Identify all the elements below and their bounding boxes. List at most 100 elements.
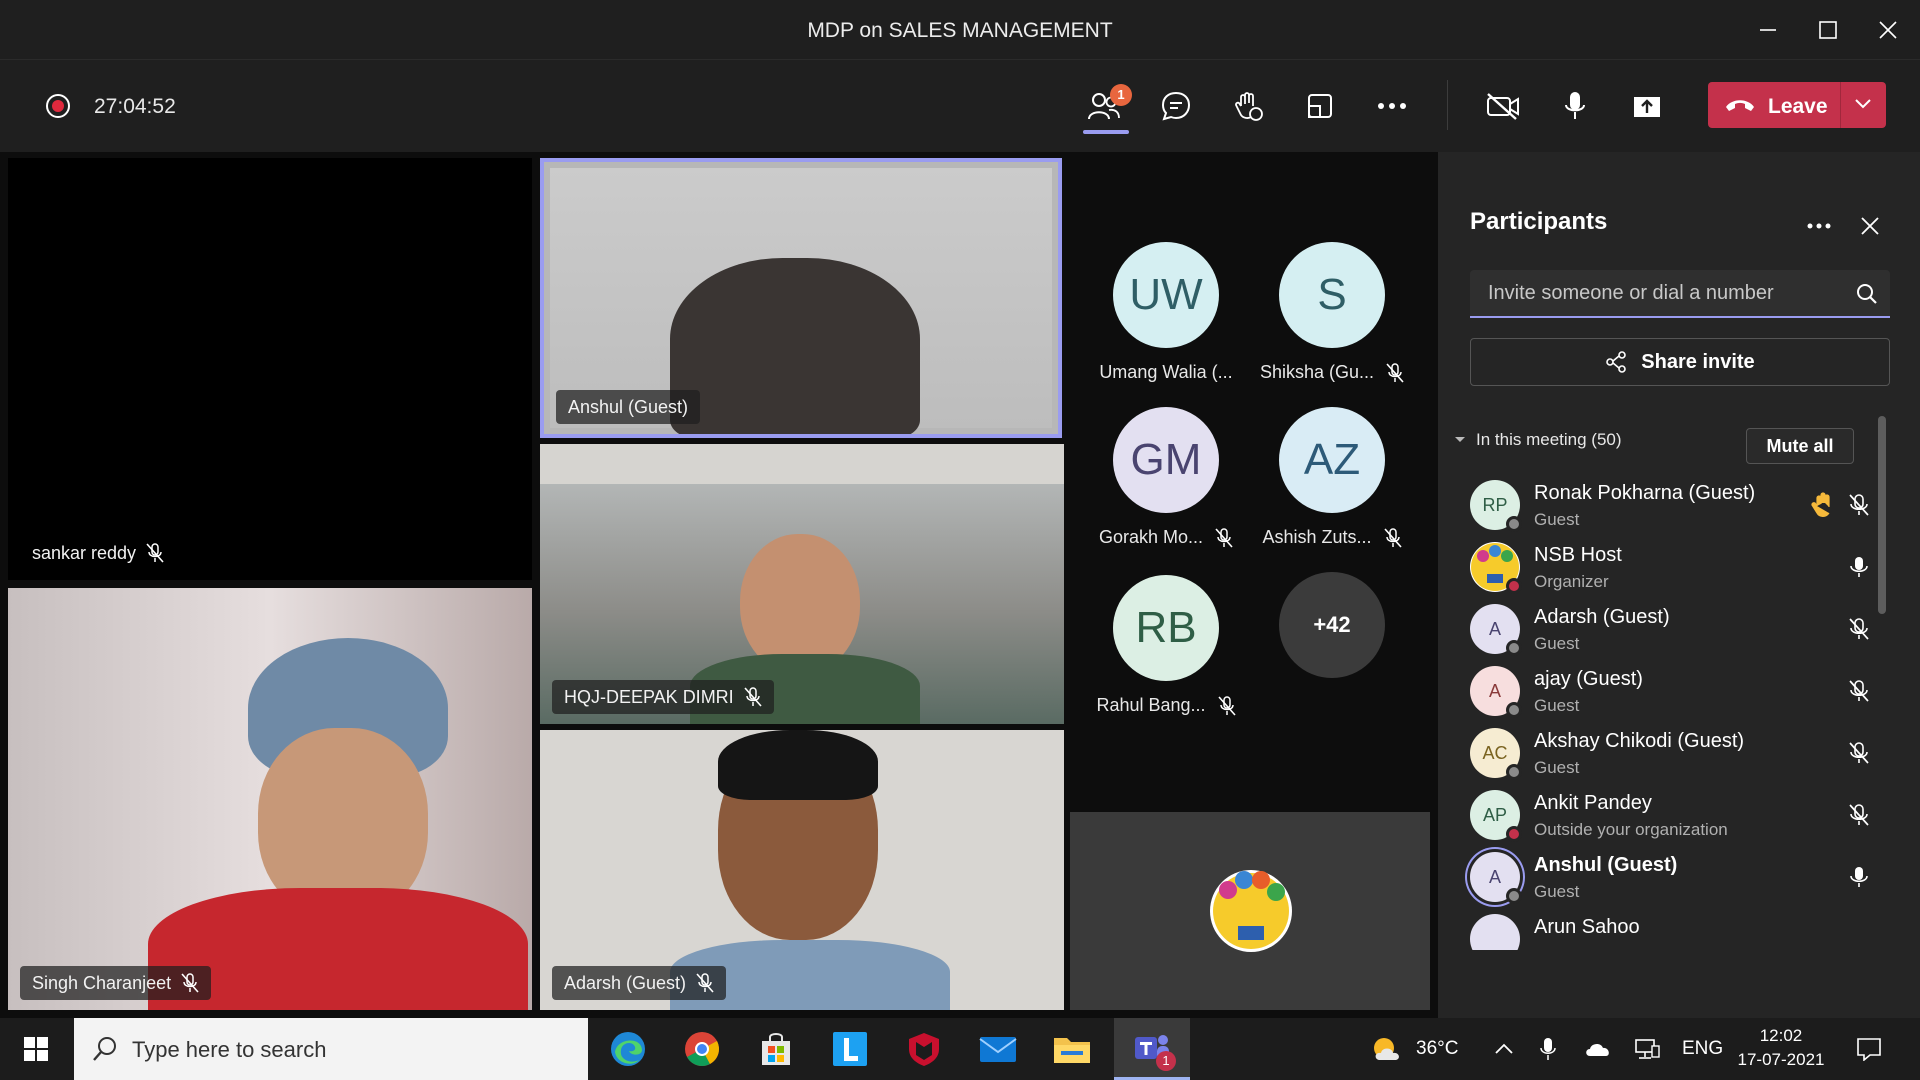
participant-row[interactable]: AP Ankit Pandey Outside your organizatio… [1470,780,1890,850]
avatar-initials: RP [1482,494,1508,515]
clock-time: 12:02 [1759,1026,1803,1045]
panel-title: Participants [1470,208,1608,235]
search-icon[interactable] [1856,283,1878,305]
clock-date: 17-07-2021 [1737,1050,1825,1069]
overflow-tile[interactable]: +42 [1242,572,1422,678]
mic-muted-icon [696,973,714,993]
chevron-down-icon [1455,437,1465,442]
invite-input[interactable] [1488,282,1848,305]
avatar-tile-rahul[interactable]: RB Rahul Bang... [1076,575,1256,716]
avatar: A [1470,666,1522,718]
show-hidden-icons-button[interactable] [1494,1018,1514,1080]
leave-label: Leave [1768,95,1828,118]
participant-role: Guest [1534,696,1580,715]
more-icon[interactable] [1806,222,1832,230]
view-button[interactable] [1298,84,1342,128]
mail-app[interactable] [962,1018,1034,1080]
participant-role: Guest [1534,758,1580,777]
participant-row[interactable]: Arun Sahoo [1470,904,1890,950]
maximize-button[interactable] [1802,12,1854,48]
avatar-tile-gorakh[interactable]: GM Gorakh Mo... [1076,407,1256,548]
camera-button[interactable] [1481,84,1525,128]
avatar: A [1470,852,1522,904]
avatar: RP [1470,480,1522,532]
video-tile-charanjeet[interactable]: Singh Charanjeet [8,588,532,1010]
panel-scrollbar[interactable] [1878,416,1886,614]
mic-muted-icon [744,687,762,707]
tile-name-label: sankar reddy [20,536,176,570]
mic-muted-icon [1215,527,1233,548]
leave-button[interactable]: Leave [1708,82,1886,128]
mic-muted-icon [1383,527,1402,548]
start-button[interactable] [0,1018,72,1080]
language-indicator[interactable]: ENG [1682,1018,1723,1080]
taskbar-search[interactable]: Type here to search [74,1018,588,1080]
video-tile-sankar[interactable]: sankar reddy [8,158,532,580]
raise-hand-icon [1235,92,1263,121]
avatar-label: Rahul Bang... [1076,695,1256,716]
share-screen-button[interactable] [1625,84,1669,128]
hang-up-icon [1726,100,1754,111]
participant-row[interactable]: A Adarsh (Guest) Guest [1470,594,1890,664]
chevron-down-icon[interactable] [1854,98,1872,110]
mic-muted-icon[interactable] [1844,676,1874,706]
l-app[interactable] [814,1018,886,1080]
mic-muted-icon[interactable] [1844,738,1874,768]
chat-button[interactable] [1154,84,1198,128]
store-app[interactable] [740,1018,812,1080]
microphone-button[interactable] [1553,84,1597,128]
taskbar-clock[interactable]: 12:02 17-07-2021 [1726,1024,1836,1072]
close-window-button[interactable] [1862,12,1914,48]
reactions-button[interactable] [1226,84,1270,128]
tile-name-label: Adarsh (Guest) [552,966,727,1000]
avatar [1470,542,1522,594]
minimize-button[interactable] [1742,12,1794,48]
mic-muted-icon[interactable] [1844,490,1874,520]
participant-row[interactable]: NSB Host Organizer [1470,532,1890,602]
avatar-initials: AC [1482,742,1508,763]
participant-row[interactable]: RP Ronak Pokharna (Guest) Guest [1470,470,1890,540]
participant-name: Akshay Chikodi (Guest) [1534,730,1745,752]
close-icon[interactable] [1860,216,1880,236]
share-invite-button[interactable]: Share invite [1470,338,1890,386]
folder-icon [1054,1038,1090,1063]
file-explorer-app[interactable] [1036,1018,1108,1080]
mute-all-button[interactable]: Mute all [1746,428,1854,464]
avatar-initials: A [1488,866,1501,887]
tray-network[interactable] [1634,1018,1660,1080]
avatar: AZ [1279,407,1385,513]
chrome-app[interactable] [666,1018,738,1080]
mcafee-app[interactable] [888,1018,960,1080]
tile-name-label: HQJ-DEEPAK DIMRI [552,680,774,714]
notifications-button[interactable] [1856,1018,1882,1080]
participant-role: Guest [1534,634,1580,653]
participant-row[interactable]: A ajay (Guest) Guest [1470,656,1890,726]
weather-widget[interactable]: 36°C [1370,1018,1458,1080]
video-tile-deepak[interactable]: HQJ-DEEPAK DIMRI [540,444,1064,724]
edge-icon [611,1032,645,1066]
share-invite-label: Share invite [1641,350,1755,373]
participant-name: Arun Sahoo [1534,916,1640,938]
mic-muted-icon[interactable] [1844,800,1874,830]
avatar-tile-umang[interactable]: UW Umang Walia (... [1076,242,1256,383]
presence-badge [1506,516,1522,532]
mic-muted-icon[interactable] [1844,614,1874,644]
participant-row[interactable]: AC Akshay Chikodi (Guest) Guest [1470,718,1890,788]
video-tile-adarsh[interactable]: Adarsh (Guest) [540,730,1064,1010]
content-tile[interactable] [1070,812,1430,1010]
mic-on-icon[interactable] [1844,552,1874,582]
meeting-section-header[interactable]: In this meeting (50) [1454,430,1622,450]
avatar-initials: A [1488,618,1501,639]
tray-onedrive[interactable] [1584,1018,1612,1080]
edge-app[interactable] [592,1018,664,1080]
participant-row[interactable]: A Anshul (Guest) Guest [1470,842,1890,912]
mic-on-icon[interactable] [1844,862,1874,892]
more-actions-button[interactable] [1370,84,1414,128]
avatar-tile-shiksha[interactable]: S Shiksha (Gu... [1242,242,1422,383]
tray-microphone[interactable] [1540,1018,1556,1080]
l-app-icon [833,1032,867,1066]
avatar-tile-ashish[interactable]: AZ Ashish Zuts... [1242,407,1422,548]
taskbar: Type here to search 1 36°C ENG 12:02 17-… [0,1018,1920,1080]
video-tile-anshul[interactable]: Anshul (Guest) [540,158,1062,438]
teams-app[interactable]: 1 [1114,1018,1190,1080]
